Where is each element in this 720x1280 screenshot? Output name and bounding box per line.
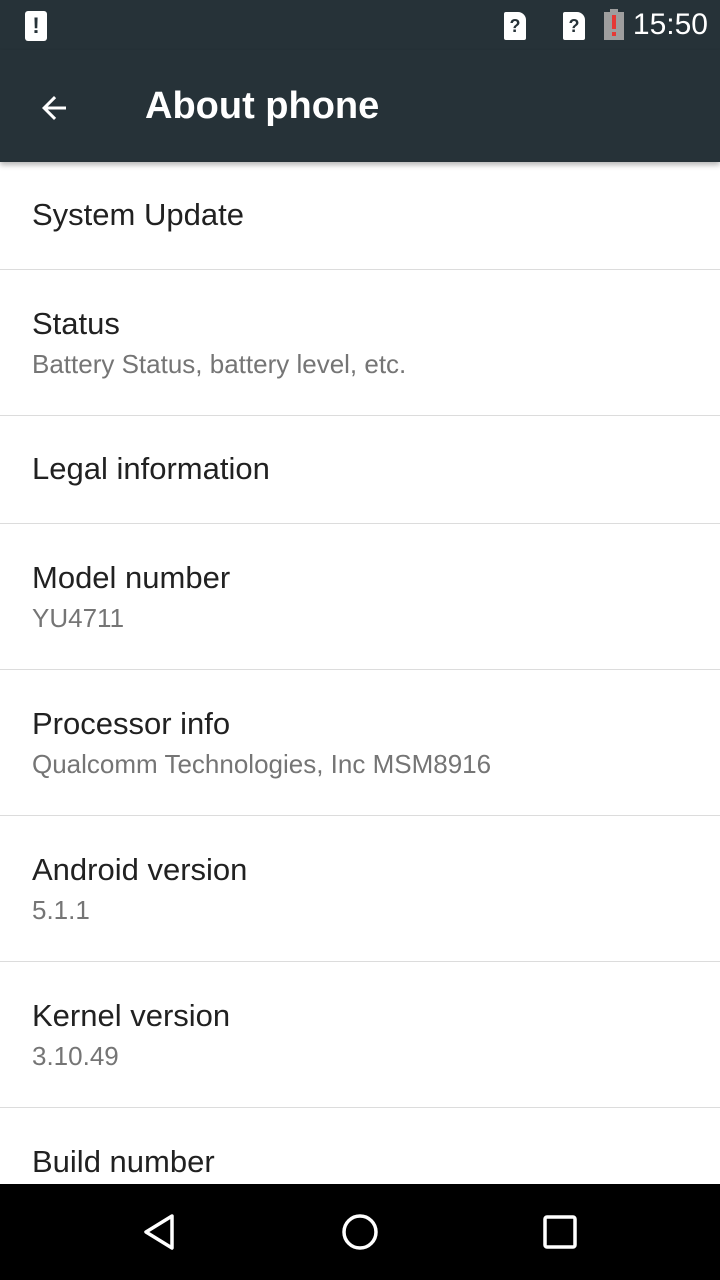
sim-unknown-icon: ? (563, 12, 585, 40)
status-bar: ! ? ? 15:50 (0, 0, 720, 50)
list-item-build-number[interactable]: Build number (0, 1108, 720, 1184)
app-toolbar: About phone (0, 50, 720, 162)
nav-recents-icon (543, 1215, 577, 1249)
item-subtitle: Battery Status, battery level, etc. (32, 349, 407, 379)
nav-recents-button[interactable] (530, 1202, 590, 1262)
navigation-bar (0, 1184, 720, 1280)
item-subtitle: 5.1.1 (32, 895, 90, 925)
list-item-legal-information[interactable]: Legal information (0, 416, 720, 524)
list-item-kernel-version[interactable]: Kernel version 3.10.49 (0, 962, 720, 1108)
item-subtitle: Qualcomm Technologies, Inc MSM8916 (32, 749, 492, 779)
item-title: Kernel version (32, 998, 231, 1033)
settings-list: System Update Status Battery Status, bat… (0, 162, 720, 1184)
list-item-android-version[interactable]: Android version 5.1.1 (0, 816, 720, 962)
list-item-model-number[interactable]: Model number YU4711 (0, 524, 720, 670)
item-title: System Update (32, 197, 244, 232)
back-button[interactable] (26, 80, 82, 136)
arrow-back-icon (42, 96, 66, 120)
item-title: Model number (32, 560, 231, 595)
list-item-status[interactable]: Status Battery Status, battery level, et… (0, 270, 720, 416)
sim-unknown-icon: ? (504, 12, 526, 40)
status-clock: 15:50 (632, 8, 708, 41)
nav-home-button[interactable] (330, 1202, 390, 1262)
page-title: About phone (145, 85, 380, 127)
item-title: Legal information (32, 451, 270, 486)
item-title: Status (32, 306, 120, 341)
item-subtitle: YU4711 (32, 603, 125, 633)
list-item-processor-info[interactable]: Processor info Qualcomm Technologies, In… (0, 670, 720, 816)
battery-alert-icon (604, 9, 624, 40)
nav-back-button[interactable] (130, 1202, 190, 1262)
item-title: Processor info (32, 706, 231, 741)
nav-back-icon (144, 1214, 174, 1250)
item-title: Android version (32, 852, 248, 887)
item-title: Build number (32, 1144, 215, 1179)
item-subtitle: 3.10.49 (32, 1041, 119, 1071)
list-item-system-update[interactable]: System Update (0, 162, 720, 270)
nav-home-icon (342, 1214, 378, 1250)
notification-alert-icon: ! (25, 11, 47, 41)
